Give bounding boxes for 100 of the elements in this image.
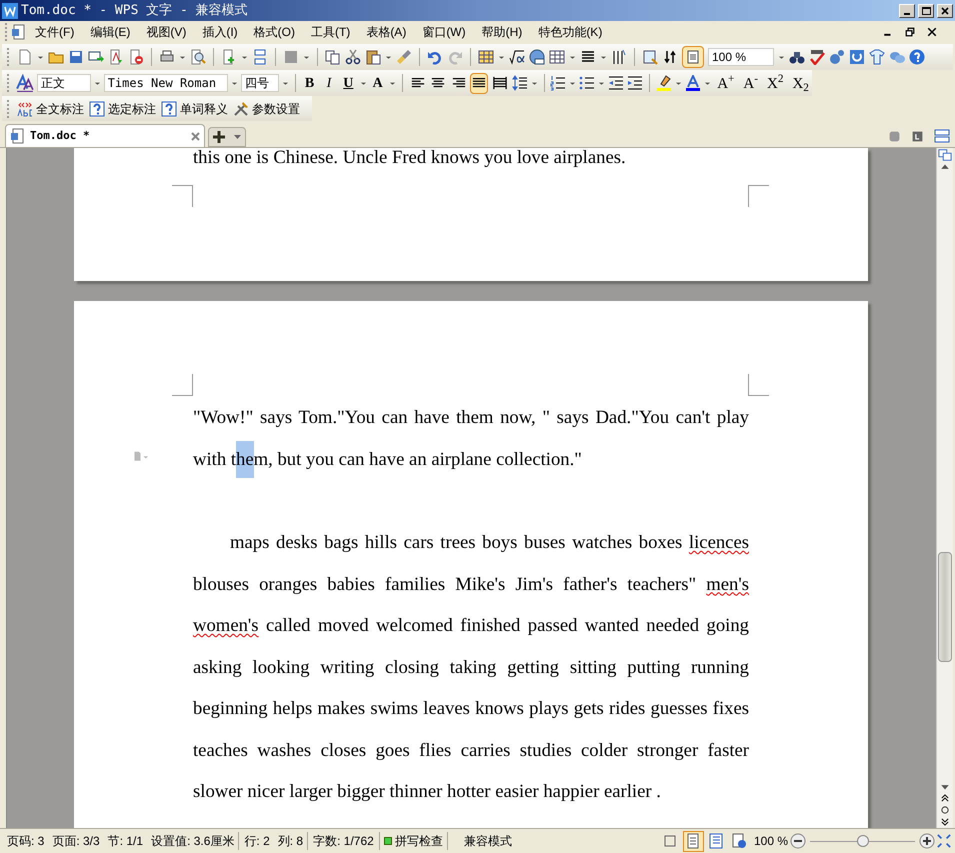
insert-page-icon[interactable] xyxy=(221,49,237,65)
menu-item[interactable]: 文件(F) xyxy=(27,23,82,41)
menu-item[interactable]: 格式(O) xyxy=(246,23,303,41)
close-doc-icon[interactable] xyxy=(128,49,144,65)
justify-button[interactable] xyxy=(470,72,488,94)
copy-icon[interactable] xyxy=(325,49,341,65)
annotation-button[interactable]: 单词释义 xyxy=(160,98,229,118)
spell-check-icon[interactable] xyxy=(809,49,825,65)
menu-item[interactable]: 视图(V) xyxy=(138,23,194,41)
margin-mark xyxy=(172,374,193,396)
new-tab-button[interactable] xyxy=(208,127,246,147)
annotation-button[interactable]: 参数设置 xyxy=(232,98,301,118)
mail-icon[interactable] xyxy=(88,49,104,65)
scissors-icon[interactable] xyxy=(345,49,361,65)
arrows-icon[interactable] xyxy=(662,49,678,65)
menu-item[interactable]: 特色功能(K) xyxy=(530,23,610,41)
document-icon[interactable] xyxy=(11,24,27,40)
window-title: Tom.doc * - WPS 文字 - 兼容模式 xyxy=(21,2,249,20)
minimize-button[interactable] xyxy=(899,4,915,18)
paste-icon[interactable] xyxy=(365,49,381,65)
increase-indent-icon[interactable] xyxy=(627,75,644,91)
decrease-indent-icon[interactable] xyxy=(608,75,624,91)
grow-font-button[interactable]: A$^{+}$ xyxy=(714,73,738,93)
split-icon[interactable] xyxy=(938,148,952,162)
document-tab[interactable]: Tom.doc * xyxy=(5,124,205,147)
underline-button[interactable]: U xyxy=(340,73,357,93)
style-field[interactable]: 正文 xyxy=(36,74,91,92)
annotate-icon xyxy=(17,100,33,116)
pdf-icon[interactable] xyxy=(108,49,124,65)
zoom-slider[interactable] xyxy=(810,834,915,848)
font-color-icon[interactable] xyxy=(685,75,702,91)
font-field[interactable]: Times New Roman xyxy=(104,74,228,92)
page-frame-button[interactable] xyxy=(682,46,704,68)
page-break-icon[interactable] xyxy=(252,49,268,65)
scroll-thumb[interactable] xyxy=(938,552,952,662)
maximize-button[interactable] xyxy=(918,4,934,18)
zoom-in-icon[interactable] xyxy=(919,833,935,849)
refresh-icon[interactable] xyxy=(849,49,865,65)
page-view-icon xyxy=(685,833,702,849)
molecule-icon[interactable] xyxy=(829,49,845,65)
scroll-down-icon[interactable] xyxy=(940,782,950,792)
status-text: 页面: 3/3 xyxy=(51,833,101,850)
vertical-scrollbar[interactable] xyxy=(936,148,953,828)
restore-document-icon[interactable] xyxy=(905,27,915,37)
italic-button[interactable]: I xyxy=(320,73,338,93)
app-logo-icon xyxy=(2,2,18,18)
text-direction-icon[interactable] xyxy=(611,49,627,65)
effect-button[interactable]: A xyxy=(370,73,386,93)
bold-button[interactable]: B xyxy=(301,73,318,93)
annotation-button[interactable]: 全文标注 xyxy=(16,98,85,118)
maximize-icon xyxy=(922,6,930,14)
shrink-font-button[interactable]: A$^{-}$ xyxy=(740,73,761,93)
l-badge-icon[interactable] xyxy=(911,130,924,142)
fit-window-icon[interactable] xyxy=(937,834,951,848)
browse-object-icon[interactable] xyxy=(940,804,950,816)
chat-icon[interactable] xyxy=(889,49,905,65)
save-icon[interactable] xyxy=(68,49,84,65)
bullet-list-icon[interactable] xyxy=(579,75,596,91)
window-tiles-icon[interactable] xyxy=(934,128,950,144)
document-map-icon[interactable] xyxy=(642,49,658,65)
styles-icon[interactable] xyxy=(16,74,34,92)
menu-item[interactable]: 编辑(E) xyxy=(82,23,138,41)
menu-item[interactable]: 窗口(W) xyxy=(414,23,474,41)
previous-page-icon[interactable] xyxy=(940,792,950,804)
annotation-button[interactable]: 选定标注 xyxy=(88,98,157,118)
close-document-icon[interactable] xyxy=(927,27,937,37)
menu-item[interactable]: 工具(T) xyxy=(302,23,358,41)
subscript-button[interactable]: X$_{2}$ xyxy=(789,73,812,93)
new-page-icon[interactable] xyxy=(17,49,33,65)
page-view-button[interactable] xyxy=(682,830,704,852)
zoom-field[interactable]: 100 % xyxy=(708,48,774,66)
shirt-icon[interactable] xyxy=(869,49,885,65)
menu-item[interactable]: 表格(A) xyxy=(358,23,414,41)
menu-item[interactable]: 帮助(H) xyxy=(474,23,530,41)
status-text: 行: 2 xyxy=(243,833,271,850)
close-icon[interactable] xyxy=(191,132,200,140)
close-button[interactable] xyxy=(937,4,953,18)
help-icon[interactable] xyxy=(909,49,925,65)
font-size-field[interactable]: 四号 xyxy=(241,74,279,92)
spreadsheet-icon[interactable] xyxy=(478,49,494,65)
zoom-out-icon[interactable] xyxy=(790,833,806,849)
slider-thumb[interactable] xyxy=(856,835,868,847)
globe-icon[interactable] xyxy=(529,49,545,65)
brush-icon[interactable] xyxy=(396,49,412,65)
undo-icon[interactable] xyxy=(427,49,443,65)
spell-check-status[interactable]: 拼写检查 xyxy=(378,832,448,850)
next-page-icon[interactable] xyxy=(940,816,950,828)
scroll-up-icon[interactable] xyxy=(940,162,950,172)
table-icon[interactable] xyxy=(549,49,565,65)
menu-item[interactable]: 插入(I) xyxy=(194,23,246,41)
margin-mark xyxy=(748,374,769,396)
align-center-icon xyxy=(431,76,446,90)
superscript-button[interactable]: X$^{2}$ xyxy=(764,73,786,93)
formula-icon[interactable] xyxy=(509,49,525,65)
columns-icon[interactable] xyxy=(580,49,596,65)
binoculars-icon[interactable] xyxy=(789,49,805,65)
line-spacing-icon[interactable] xyxy=(512,75,528,91)
highlighter-icon[interactable] xyxy=(656,75,672,91)
numbered-list-icon[interactable] xyxy=(550,75,566,91)
preview-icon[interactable] xyxy=(190,49,206,65)
